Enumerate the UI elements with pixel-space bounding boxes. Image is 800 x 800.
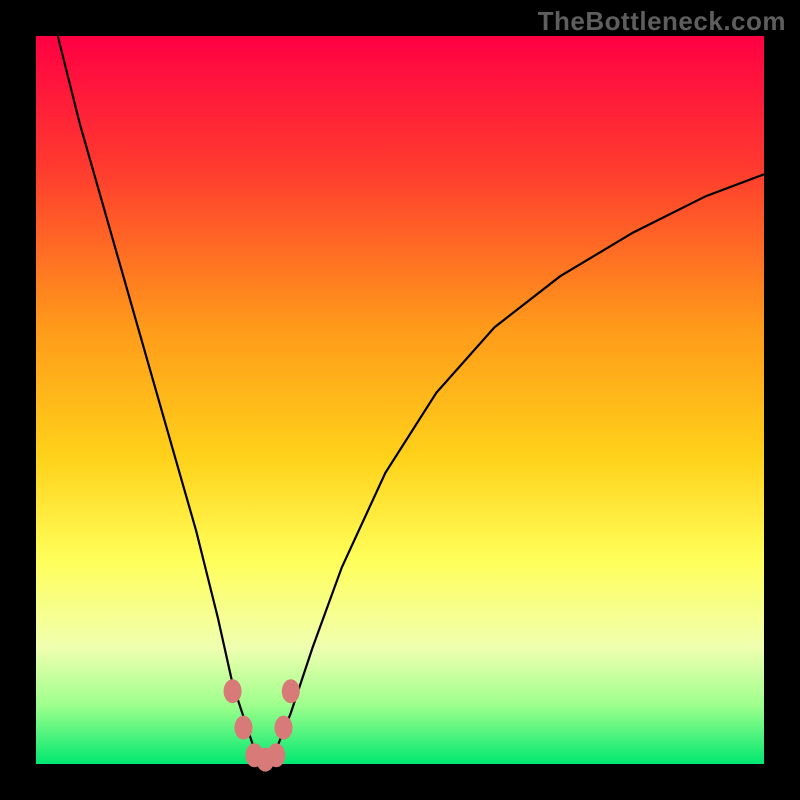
chart-frame: TheBottleneck.com [0,0,800,800]
curve-marker [234,716,252,740]
curve-marker [282,679,300,703]
curve-marker [267,743,285,767]
curve-marker [275,716,293,740]
curve-marker [224,679,242,703]
plot-area [36,36,764,764]
bottleneck-chart [0,0,800,800]
watermark-text: TheBottleneck.com [538,6,786,37]
